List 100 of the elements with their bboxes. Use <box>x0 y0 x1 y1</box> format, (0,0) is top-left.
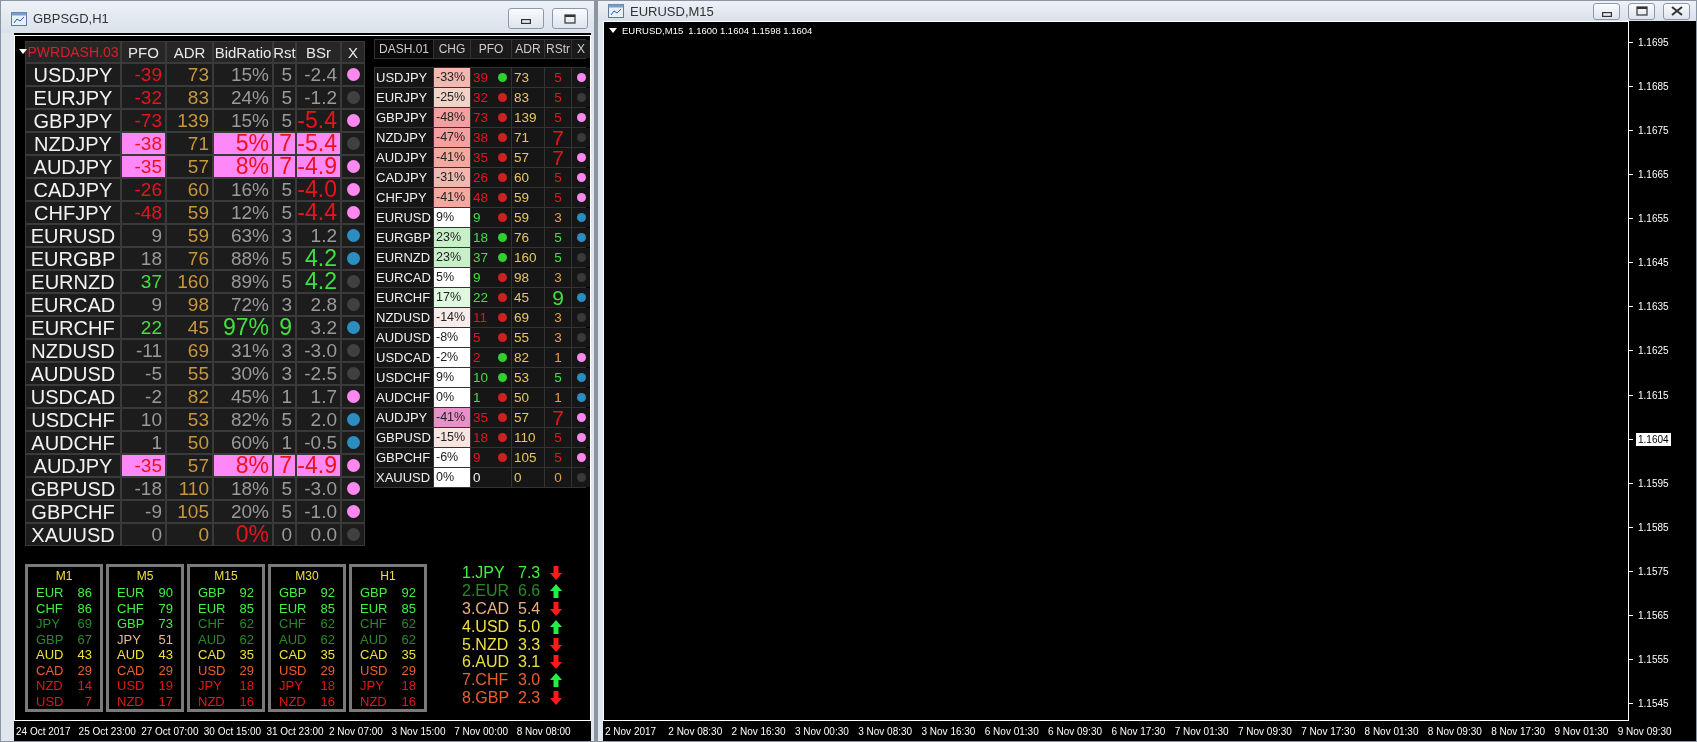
adr-value: 82 <box>512 348 544 367</box>
chart-window-icon <box>11 11 27 26</box>
pfo-value: -48 <box>122 202 165 223</box>
time-label: 3 Nov 16:30 <box>921 725 977 737</box>
currency-label: JPY <box>198 678 222 694</box>
price-label: 1.1595 <box>1637 476 1670 490</box>
adr-value: 45 <box>167 317 212 338</box>
minimize-button[interactable] <box>1593 2 1620 20</box>
strength-value: 5 <box>545 168 571 187</box>
strength-value: 35 <box>401 647 416 663</box>
symbol-label: CHFJPY <box>375 188 433 207</box>
strength-value: 1 <box>545 388 571 407</box>
dropdown-triangle-icon[interactable] <box>19 49 27 54</box>
rst-value: 9 <box>274 317 295 338</box>
adr-value: 69 <box>512 308 544 327</box>
strength-value: 62 <box>320 616 335 632</box>
symbol-label: EURNZD <box>375 248 433 267</box>
pfo-value: -38 <box>122 133 165 154</box>
strength-value: 14 <box>77 678 92 694</box>
strength-value: 18 <box>239 678 254 694</box>
pfo-value: 1 <box>122 432 165 453</box>
bsr-value: 4.2 <box>297 271 340 292</box>
time-label: 2 Nov 2017 <box>605 725 658 737</box>
strength-value: 6.6 <box>518 582 542 599</box>
current-price-label: 1.1604 <box>1636 432 1671 446</box>
close-button[interactable] <box>1663 2 1690 20</box>
strength-value: 19 <box>158 678 173 694</box>
pfo-value: -5 <box>122 363 165 384</box>
pfo-value: 5 <box>473 330 481 345</box>
rst-value: 5 <box>274 202 295 223</box>
strength-value: 90 <box>158 585 173 601</box>
bsr-value: -4.9 <box>297 156 340 177</box>
symbol-label: NZDJPY <box>375 128 433 147</box>
rst-value: 5 <box>274 87 295 108</box>
adr-value: 50 <box>512 388 544 407</box>
pfo-value: 35 <box>473 150 489 165</box>
rst-value: 3 <box>274 340 295 361</box>
symbol-label: AUDJPY <box>375 408 433 427</box>
currency-label: GBP <box>279 585 307 601</box>
maximize-button[interactable] <box>1628 2 1655 20</box>
strength-value: 79 <box>158 600 173 616</box>
strength-value: 85 <box>320 600 335 616</box>
strength-value: 62 <box>239 631 254 647</box>
dropdown-triangle-icon[interactable] <box>609 28 617 33</box>
pfo-value: 18 <box>473 230 489 245</box>
adr-value: 50 <box>167 432 212 453</box>
time-label: 9 Nov 01:30 <box>1554 725 1610 737</box>
time-label: 6 Nov 01:30 <box>984 725 1040 737</box>
strength-value: 5 <box>545 448 571 467</box>
currency-label: USD <box>198 662 226 678</box>
rank-label: 4.USD <box>462 618 511 635</box>
adr-value: 160 <box>167 271 212 292</box>
adr-value: 59 <box>167 225 212 246</box>
price-label: 1.1655 <box>1637 212 1670 225</box>
currency-label: CHF <box>279 616 306 632</box>
time-label: 25 Oct 23:00 <box>78 725 137 737</box>
rank-label: 5.NZD <box>462 636 510 653</box>
symbol-label: AUDCHF <box>375 388 433 407</box>
strength-value: 73 <box>158 616 173 632</box>
column-header: PFO <box>122 42 165 62</box>
price-label: 1.1645 <box>1637 256 1670 270</box>
adr-value: 57 <box>512 408 544 427</box>
change-value: 0% <box>434 468 470 487</box>
symbol-label: AUDUSD <box>26 363 120 384</box>
strength-value: 85 <box>401 600 416 616</box>
pfo-value: -11 <box>122 340 165 361</box>
pfo-value: -32 <box>122 87 165 108</box>
strength-value: 29 <box>77 662 92 678</box>
column-header: ADR <box>512 40 544 58</box>
symbol-label: NZDJPY <box>26 133 120 154</box>
time-label: 9 Nov 09:30 <box>1617 725 1673 737</box>
pfo-value: -26 <box>122 179 165 200</box>
minimize-button[interactable] <box>508 8 544 29</box>
currency-label: CHF <box>198 616 225 632</box>
bsr-value: 3.2 <box>297 317 340 338</box>
time-label: 8 Nov 17:30 <box>1491 725 1547 737</box>
adr-value: 98 <box>167 294 212 315</box>
symbol-label: CHFJPY <box>26 202 120 223</box>
arrow-up-icon <box>550 673 562 688</box>
maximize-button[interactable] <box>552 8 588 29</box>
arrow-up-icon <box>550 619 562 634</box>
currency-label: AUD <box>360 631 388 647</box>
pfo-value: 39 <box>473 70 489 85</box>
strength-value: 0 <box>545 468 571 487</box>
adr-value: 98 <box>512 268 544 287</box>
adr-value: 71 <box>512 128 544 147</box>
change-value: 23% <box>434 248 470 267</box>
symbol-label: USDCAD <box>26 386 120 407</box>
chart-symbol: EURUSD,M15 <box>622 25 684 36</box>
time-label: 7 Nov 01:30 <box>1174 725 1230 737</box>
currency-label: AUD <box>279 631 307 647</box>
rank-label: 8.GBP <box>462 690 511 707</box>
arrow-down-icon <box>550 691 562 706</box>
time-label: 3 Nov 15:00 <box>391 725 447 737</box>
currency-label: GBP <box>360 585 388 601</box>
strength-value: 85 <box>239 600 254 616</box>
timeframe-title: M30 <box>294 569 320 585</box>
column-header: BSr <box>297 42 340 62</box>
rst-value: 7 <box>274 156 295 177</box>
time-label: 8 Nov 08:00 <box>516 725 572 737</box>
